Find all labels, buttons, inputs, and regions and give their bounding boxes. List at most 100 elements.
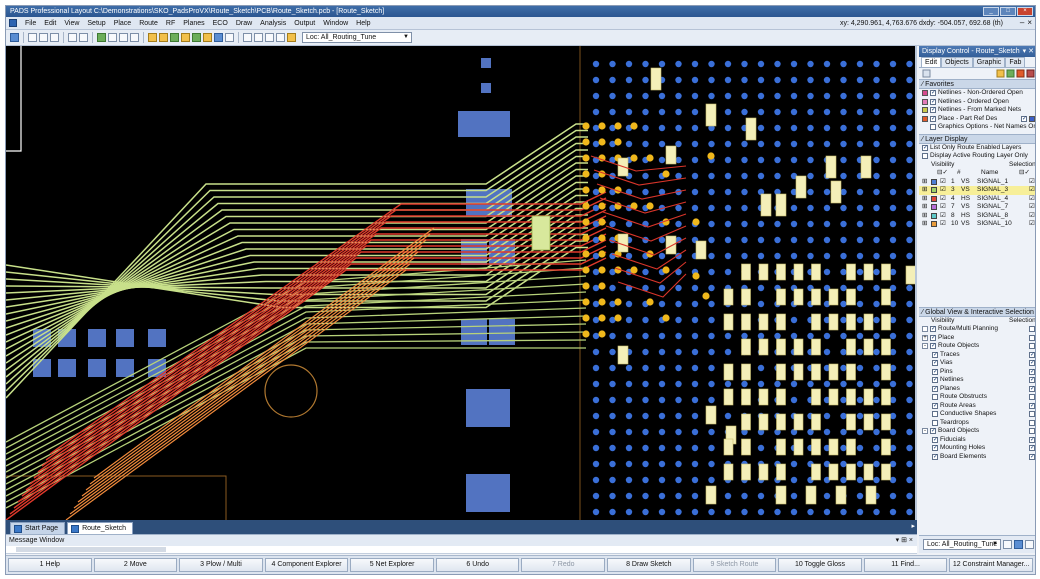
- layer-color-swatch[interactable]: [931, 187, 937, 193]
- fkey-4-button[interactable]: 4 Component Explorer: [264, 558, 349, 572]
- global-view-item[interactable]: - ✓ Board Objects: [919, 427, 1035, 436]
- selection-checkbox[interactable]: ✓: [1029, 385, 1035, 392]
- expand-icon[interactable]: [922, 326, 928, 333]
- expand-icon[interactable]: -: [922, 343, 928, 350]
- checkbox[interactable]: ✓: [930, 90, 936, 97]
- layer-visibility-checkbox[interactable]: ☑: [940, 186, 946, 195]
- global-view-item[interactable]: ✓ Pins ✓: [919, 368, 1035, 377]
- expand-icon[interactable]: ⊞: [922, 195, 927, 204]
- layer-visibility-checkbox[interactable]: ☑: [940, 203, 946, 212]
- menu-planes[interactable]: Planes: [179, 20, 208, 27]
- menu-help[interactable]: Help: [352, 20, 374, 27]
- color-swatch[interactable]: [922, 90, 928, 97]
- selection-checkbox[interactable]: ✓: [1029, 453, 1035, 460]
- list-route-enabled-option[interactable]: ✓ List Only Route Enabled Layers: [919, 144, 1035, 153]
- color-swatch[interactable]: [922, 115, 928, 122]
- redo-icon[interactable]: [50, 33, 59, 42]
- color-swatch[interactable]: [922, 98, 928, 105]
- close-button[interactable]: ×: [1017, 7, 1033, 16]
- mdi-minimize-icon[interactable]: –: [1020, 18, 1024, 28]
- favorite-item[interactable]: Graphics Options - Net Names On Tr: [919, 123, 1035, 132]
- menu-draw[interactable]: Draw: [232, 20, 256, 27]
- selection-checkbox[interactable]: [1029, 411, 1035, 417]
- selection-checkbox[interactable]: [1029, 334, 1035, 341]
- expand-icon[interactable]: ⊞: [922, 186, 927, 195]
- tab-objects[interactable]: Objects: [941, 57, 973, 67]
- layer-selection-checkbox[interactable]: ☑: [1029, 178, 1035, 187]
- net-icon[interactable]: [265, 33, 274, 42]
- menu-view[interactable]: View: [60, 20, 83, 27]
- layer-visibility-checkbox[interactable]: ☑: [940, 212, 946, 221]
- grid-icon[interactable]: [108, 33, 117, 42]
- color-swatch[interactable]: [922, 124, 928, 130]
- fkey-3-button[interactable]: 3 Plow / Multi: [179, 558, 263, 572]
- menu-output[interactable]: Output: [290, 20, 319, 27]
- save-icon[interactable]: [10, 33, 19, 42]
- layer-selection-checkbox[interactable]: ☑: [1029, 195, 1035, 204]
- menu-edit[interactable]: Edit: [40, 20, 60, 27]
- save-view-icon[interactable]: [1014, 540, 1023, 549]
- fkey-1-button[interactable]: 1 Help: [8, 558, 92, 572]
- visibility-checkbox[interactable]: ✓: [930, 334, 936, 341]
- mdi-close-icon[interactable]: ×: [1027, 18, 1032, 28]
- expand-icon[interactable]: ⊞: [922, 212, 927, 221]
- favorite-item[interactable]: ✓ Netlines - Non-Ordered Open: [919, 89, 1035, 98]
- expand-icon[interactable]: ⊞: [922, 203, 927, 212]
- favorites-header[interactable]: ⁄ Favorites: [919, 79, 1035, 89]
- global-view-item[interactable]: + ✓ Place: [919, 334, 1035, 343]
- layer-visibility-checkbox[interactable]: ☑: [940, 178, 946, 187]
- visibility-checkbox[interactable]: ✓: [932, 445, 938, 452]
- fkey-2-button[interactable]: 2 Move: [93, 558, 178, 572]
- tab-start-page[interactable]: Start Page: [10, 522, 66, 534]
- active-layer-only-option[interactable]: Display Active Routing Layer Only: [919, 152, 1035, 161]
- sketch-icon[interactable]: [159, 33, 168, 42]
- global-view-item[interactable]: ✓ Netlines ✓: [919, 376, 1035, 385]
- display-icon[interactable]: [130, 33, 139, 42]
- visibility-checkbox[interactable]: ✓: [932, 351, 938, 358]
- checkbox[interactable]: [930, 124, 936, 131]
- visibility-checkbox[interactable]: ✓: [932, 360, 938, 367]
- layer-icon[interactable]: [97, 33, 106, 42]
- layer-row[interactable]: ⊞ ☑ 3 VS SIGNAL_3 ☑: [919, 186, 1035, 195]
- layer-color-swatch[interactable]: [931, 221, 937, 227]
- zoom-icon[interactable]: [79, 33, 88, 42]
- menu-eco[interactable]: ECO: [209, 20, 232, 27]
- checkbox[interactable]: ✓: [1021, 115, 1027, 122]
- selection-checkbox[interactable]: ✓: [1029, 436, 1035, 443]
- fkey-6-button[interactable]: 6 Undo: [435, 558, 520, 572]
- layer-row[interactable]: ⊞ ☑ 4 HS SIGNAL_4 ☑: [919, 195, 1035, 204]
- layer-display-header[interactable]: ⁄ Layer Display: [919, 133, 1035, 144]
- layer-selection-checkbox[interactable]: ☑: [1029, 203, 1035, 212]
- selection-checkbox[interactable]: ✓: [1029, 377, 1035, 383]
- selection-checkbox[interactable]: [1029, 343, 1035, 349]
- favorite-item[interactable]: ✓ Netlines - Ordered Open: [919, 98, 1035, 107]
- fkey-10-button[interactable]: 10 Toggle Gloss: [778, 558, 862, 572]
- visibility-checkbox[interactable]: ✓: [932, 453, 938, 460]
- help-icon[interactable]: [287, 33, 296, 42]
- menu-route[interactable]: Route: [135, 20, 162, 27]
- panel-location-select[interactable]: Loc: All_Routing_Tune ▼: [923, 539, 1001, 550]
- visibility-checkbox[interactable]: [932, 394, 938, 401]
- fkey-12-button[interactable]: 12 Constraint Manager...: [949, 558, 1033, 572]
- selection-checkbox[interactable]: [1029, 428, 1035, 434]
- route-icon[interactable]: [148, 33, 157, 42]
- message-window-controls[interactable]: ▾ ⊞ ×: [896, 535, 913, 546]
- favorite-item[interactable]: ✓ Netlines - From Marked Nets: [919, 106, 1035, 115]
- global-view-item[interactable]: ✓ Traces ✓: [919, 351, 1035, 360]
- global-view-item[interactable]: - ✓ Route Objects: [919, 342, 1035, 351]
- selection-checkbox[interactable]: [1029, 419, 1035, 426]
- panel-tool-icons[interactable]: [919, 68, 1036, 79]
- location-select[interactable]: Loc: All_Routing_Tune ▼: [302, 32, 412, 43]
- fkey-5-button[interactable]: 5 Net Explorer: [350, 558, 434, 572]
- visibility-checkbox[interactable]: [932, 419, 938, 426]
- drc-icon[interactable]: [214, 33, 223, 42]
- menu-analysis[interactable]: Analysis: [256, 20, 290, 27]
- global-view-item[interactable]: ✓ Board Elements ✓: [919, 453, 1035, 462]
- tab-edit[interactable]: Edit: [921, 57, 942, 67]
- color-swatch[interactable]: [1029, 115, 1035, 122]
- expand-icon[interactable]: -: [922, 428, 928, 435]
- tune-icon[interactable]: [181, 33, 190, 42]
- layer-row[interactable]: ⊞ ☑ 8 HS SIGNAL_8 ☑: [919, 212, 1035, 221]
- gloss-icon[interactable]: [203, 33, 212, 42]
- layer-color-swatch[interactable]: [931, 204, 937, 210]
